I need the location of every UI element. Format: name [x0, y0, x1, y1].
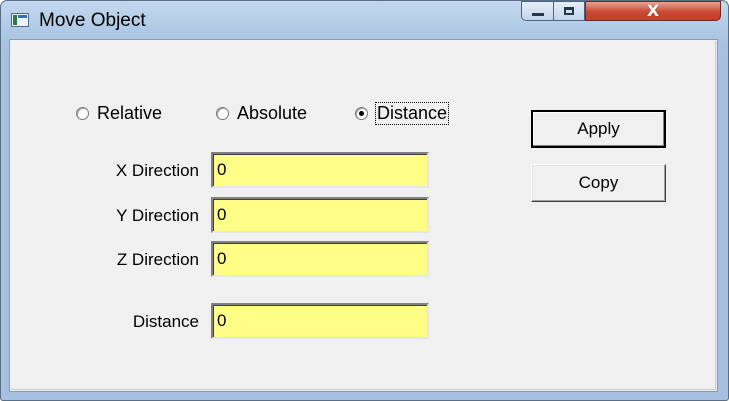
title-bar[interactable]: Move Object X [1, 1, 728, 39]
minimize-button[interactable] [521, 1, 553, 21]
x-direction-label: X Direction [115, 161, 199, 180]
window-title: Move Object [39, 10, 146, 31]
move-object-window: Move Object X Relative Absolute Distance… [0, 0, 729, 401]
x-direction-field[interactable] [211, 152, 429, 188]
radio-relative-circle[interactable] [76, 106, 89, 120]
maximize-button[interactable] [553, 1, 585, 21]
radio-distance-circle[interactable] [355, 106, 368, 120]
radio-relative-label[interactable]: Relative [97, 103, 162, 124]
y-direction-field[interactable] [211, 197, 429, 233]
radio-relative[interactable]: Relative [76, 101, 162, 125]
radio-absolute-label[interactable]: Absolute [237, 103, 307, 124]
radio-distance[interactable]: Distance [355, 101, 450, 125]
dialog-client-area: Relative Absolute Distance X Direction Y… [9, 39, 718, 392]
apply-button[interactable]: Apply [531, 110, 666, 148]
radio-distance-label[interactable]: Distance [374, 101, 450, 125]
distance-label: Distance [132, 312, 199, 331]
distance-field[interactable] [211, 303, 429, 339]
radio-absolute-circle[interactable] [216, 106, 229, 120]
app-window-icon[interactable] [11, 13, 29, 27]
minimize-icon [531, 12, 544, 16]
y-direction-label: Y Direction [116, 206, 199, 225]
close-button[interactable]: X [585, 1, 721, 21]
z-direction-field[interactable] [211, 241, 429, 277]
z-direction-label: Z Direction [116, 250, 199, 269]
copy-button[interactable]: Copy [531, 164, 666, 202]
close-icon: X [646, 1, 660, 20]
maximize-icon [564, 7, 574, 15]
radio-absolute[interactable]: Absolute [216, 101, 307, 125]
